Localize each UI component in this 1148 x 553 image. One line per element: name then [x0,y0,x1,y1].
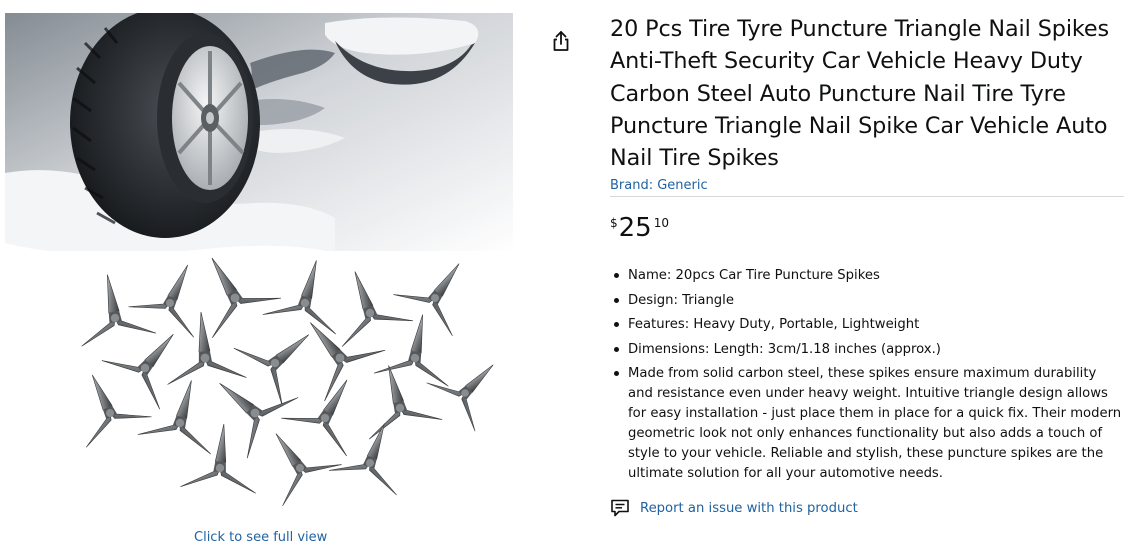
report-issue-label: Report an issue with this product [640,500,858,516]
price: $ 25 10 [610,213,1124,243]
report-feedback-icon [610,498,630,518]
divider [610,196,1124,198]
price-fraction: 10 [653,216,670,231]
bullet-dot [614,346,619,352]
feature-bullet-item: Design: Triangle [610,291,1124,311]
feature-text: Name: 20pcs Car Tire Puncture Spikes [628,268,880,284]
bullet-dot [614,297,619,303]
bullet-dot [614,273,619,279]
product-title: 20 Pcs Tire Tyre Puncture Triangle Nail … [610,16,1110,172]
feature-text: Dimensions: Length: 3cm/1.18 inches (app… [628,341,941,357]
brand-link[interactable]: Brand: Generic [610,178,708,193]
product-details: 20 Pcs Tire Tyre Puncture Triangle Nail … [610,13,1124,518]
feature-bullet-item: Dimensions: Length: 3cm/1.18 inches (app… [610,340,1124,360]
price-currency-symbol: $ [610,216,618,231]
product-image-panel[interactable] [5,13,513,523]
price-whole: 25 [618,213,652,244]
click-to-see-full-view-link[interactable]: Click to see full view [194,530,327,545]
feature-text: Features: Heavy Duty, Portable, Lightwei… [628,317,920,333]
feature-text: Made from solid carbon steel, these spik… [628,366,1122,482]
feature-text: Design: Triangle [628,292,734,308]
bullet-dot [614,371,619,377]
share-button[interactable] [548,28,574,54]
feature-bullet-item: Made from solid carbon steel, these spik… [610,364,1124,484]
share-icon [553,31,569,51]
feature-bullets: Name: 20pcs Car Tire Puncture Spikes Des… [610,266,1124,484]
report-issue-button[interactable]: Report an issue with this product [610,498,1124,518]
feature-bullet-item: Name: 20pcs Car Tire Puncture Spikes [610,266,1124,286]
bullet-dot [614,322,619,328]
product-image[interactable] [5,13,513,523]
feature-bullet-item: Features: Heavy Duty, Portable, Lightwei… [610,315,1124,335]
